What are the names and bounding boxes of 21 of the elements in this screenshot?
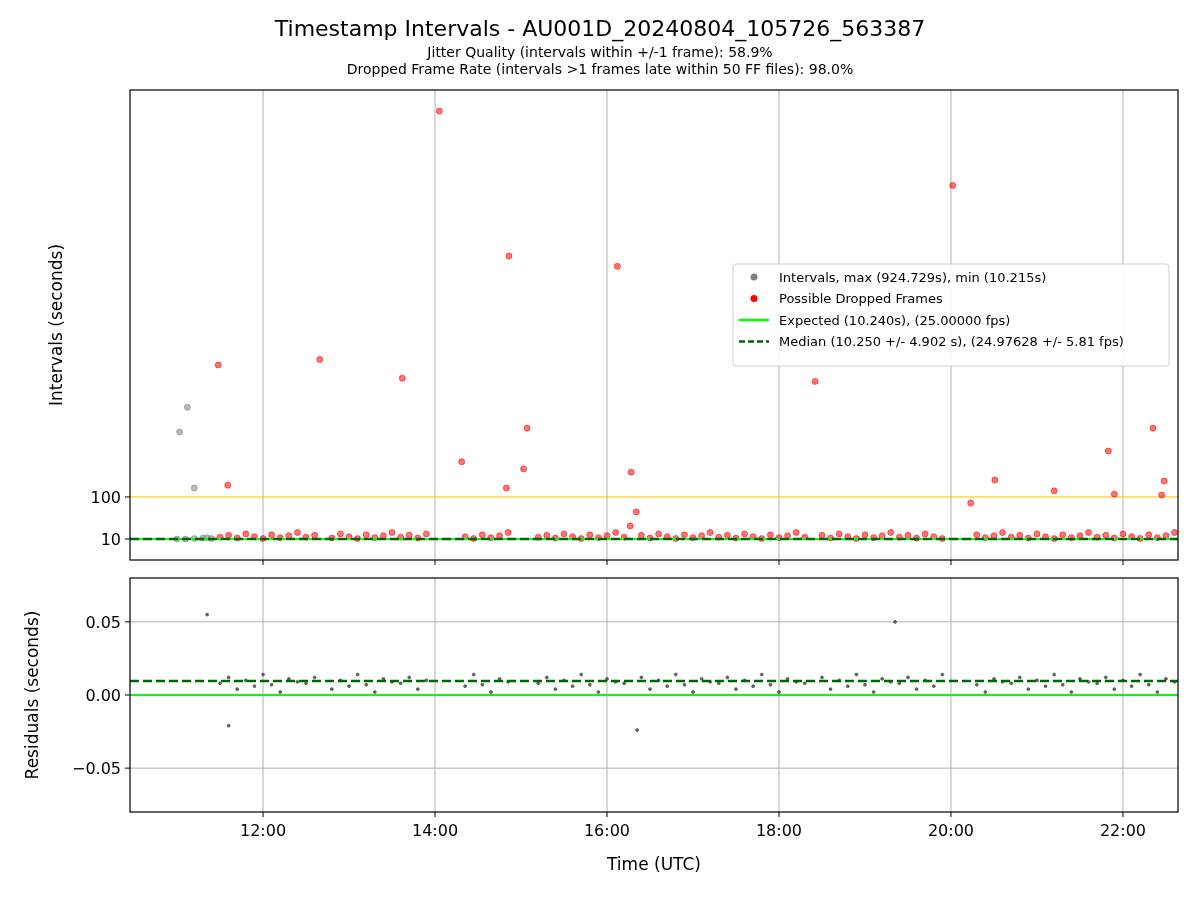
tick-label: 14:00 xyxy=(411,821,459,840)
axis-title: Time (UTC) xyxy=(607,854,701,874)
legend-label: Intervals, max (924.729s), min (10.215s) xyxy=(779,269,1047,285)
tick-label: 0.00 xyxy=(85,686,121,705)
tick-label: 12:00 xyxy=(240,821,287,840)
subtitle: Dropped Frame Rate (intervals >1 frames late within 50 FF files): 98.0% xyxy=(346,61,854,78)
axis-title: Intervals (seconds) xyxy=(46,243,66,407)
legend-label: Median (10.250 +/- 4.902 s), (24.97628 +/- 5.81 fps) xyxy=(779,334,1124,349)
legend-label: Possible Dropped Frames xyxy=(779,291,943,306)
tick-label: 22:00 xyxy=(1099,821,1146,840)
tick-label: 16:00 xyxy=(583,821,631,840)
figure-title: Timestamp Intervals - AU001D_20240804_105726_563387 xyxy=(274,15,926,44)
tick-label: −0.05 xyxy=(71,759,121,779)
tick-label: 20:00 xyxy=(927,821,975,840)
tick-label: 100 xyxy=(90,487,121,507)
tick-label: 10 xyxy=(100,530,121,550)
tick-label: 0.05 xyxy=(85,612,121,632)
axis-title: Residuals (seconds) xyxy=(22,610,42,780)
subtitle: Jitter Quality (intervals within +/-1 frame): 58.9% xyxy=(427,44,773,61)
legend-label: Expected (10.240s), (25.00000 fps) xyxy=(779,312,1011,328)
tick-label: 18:00 xyxy=(755,821,803,840)
